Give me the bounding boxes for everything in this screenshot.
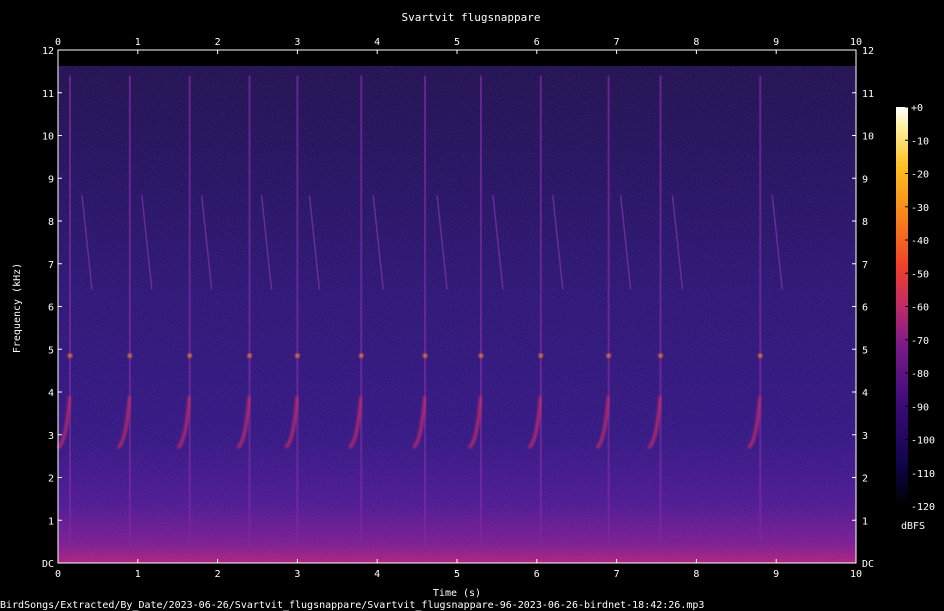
colorbar-tick-label: -20: [911, 170, 929, 181]
x-tick-label-bottom: 1: [135, 569, 141, 580]
x-tick-label-top: 10: [850, 37, 862, 48]
colorbar-tick-label: -80: [911, 369, 929, 380]
x-tick-label-bottom: 9: [773, 569, 779, 580]
colorbar-tick-label: -40: [911, 236, 929, 247]
y-tick-label-right: 2: [862, 474, 868, 485]
x-tick-label-bottom: 7: [614, 569, 620, 580]
colorbar-tick-label: -70: [911, 336, 929, 347]
x-tick-label-bottom: 6: [534, 569, 540, 580]
y-tick-label-left: 10: [42, 132, 54, 143]
colorbar-tick-label: -120: [911, 502, 935, 513]
y-tick-label-right: 8: [862, 217, 868, 228]
x-tick-label-bottom: 10: [850, 569, 862, 580]
x-tick-label-bottom: 2: [215, 569, 221, 580]
y-tick-label-left: DC: [42, 559, 54, 570]
y-tick-label-left: 2: [48, 474, 54, 485]
x-tick-label-bottom: 4: [374, 569, 380, 580]
y-tick-label-left: 3: [48, 431, 54, 442]
y-tick-label-right: 3: [862, 431, 868, 442]
x-tick-label-top: 6: [534, 37, 540, 48]
x-tick-label-top: 4: [374, 37, 380, 48]
colorbar-label: dBFS: [901, 521, 925, 532]
x-tick-label-top: 1: [135, 37, 141, 48]
y-tick-label-left: 6: [48, 303, 54, 314]
y-tick-label-left: 4: [48, 388, 54, 399]
x-tick-label-top: 2: [215, 37, 221, 48]
file-path: BirdSongs/Extracted/By_Date/2023-06-26/S…: [0, 600, 705, 611]
x-tick-label-bottom: 0: [55, 569, 61, 580]
x-tick-label-top: 3: [294, 37, 300, 48]
colorbar-tick-label: -100: [911, 436, 935, 447]
y-tick-label-right: 12: [862, 46, 874, 57]
y-tick-label-right: 11: [862, 89, 874, 100]
spectrogram-chart: 001122334455667788991010DC DC1 12 23 34 45 56 6…: [12, 11, 935, 599]
x-axis-label: Time (s): [433, 588, 481, 599]
colorbar-tick-label: -90: [911, 402, 929, 413]
y-tick-label-right: 4: [862, 388, 868, 399]
x-tick-label-top: 7: [614, 37, 620, 48]
chart-title: Svartvit flugsnappare: [401, 11, 540, 24]
spectrogram-noise: [58, 66, 856, 563]
y-tick-label-right: 5: [862, 345, 868, 356]
y-tick-label-right: 10: [862, 132, 874, 143]
colorbar-tick-label: -10: [911, 136, 929, 147]
y-tick-label-left: 8: [48, 217, 54, 228]
colorbar-tick-label: -50: [911, 269, 929, 280]
x-tick-label-top: 5: [454, 37, 460, 48]
y-tick-label-left: 12: [42, 46, 54, 57]
x-tick-label-top: 0: [55, 37, 61, 48]
x-tick-label-bottom: 5: [454, 569, 460, 580]
y-tick-label-right: 6: [862, 303, 868, 314]
y-tick-label-left: 5: [48, 345, 54, 356]
colorbar-ticks: +0 -10 -20 -30 -40 -50 -60 -70 -80 -90 -100 -110 -12…: [905, 103, 935, 513]
x-tick-label-bottom: 3: [294, 569, 300, 580]
colorbar-tick-label: -110: [911, 469, 935, 480]
y-tick-label-right: 1: [862, 516, 868, 527]
y-tick-label-left: 11: [42, 89, 54, 100]
x-tick-label-top: 9: [773, 37, 779, 48]
colorbar-tick-label: +0: [911, 103, 923, 114]
colorbar-tick-label: -30: [911, 203, 929, 214]
colorbar-tick-label: -60: [911, 303, 929, 314]
y-tick-label-right: DC: [862, 559, 874, 570]
y-tick-label-left: 9: [48, 174, 54, 185]
y-axis-label: Frequency (kHz): [12, 263, 23, 353]
y-tick-label-left: 7: [48, 260, 54, 271]
x-tick-label-bottom: 8: [693, 569, 699, 580]
y-tick-label-left: 1: [48, 516, 54, 527]
y-tick-label-right: 7: [862, 260, 868, 271]
y-tick-label-right: 9: [862, 174, 868, 185]
x-tick-label-top: 8: [693, 37, 699, 48]
